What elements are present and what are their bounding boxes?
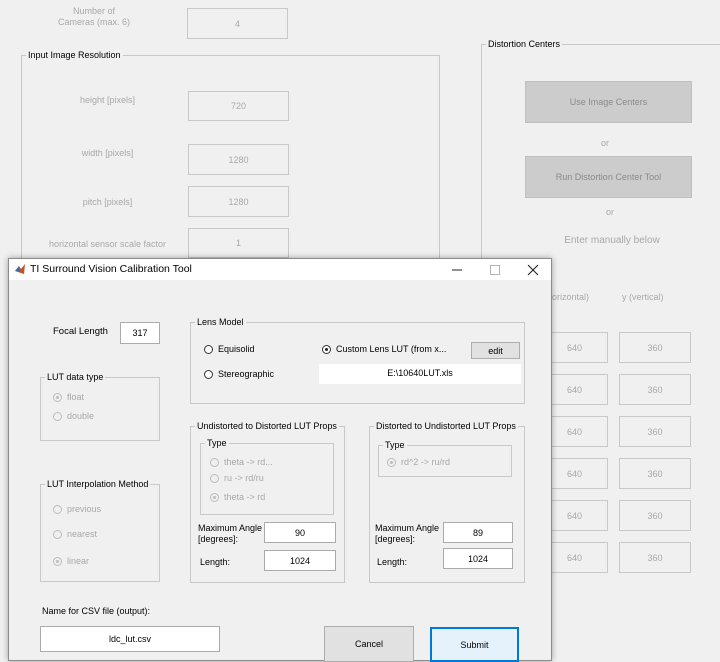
lens-stereographic-radio[interactable]: Stereographic [204,369,274,379]
radio-dot [53,556,62,566]
radio-label: linear [67,556,90,566]
radio-dot [210,473,219,483]
interpolation-title: LUT Interpolation Method [45,479,151,489]
lens-model-title: Lens Model [195,317,246,327]
submit-button[interactable]: Submit [430,627,519,662]
x-header: orizontal) [552,292,590,302]
num-cameras-label: Number of Cameras (max. 6) [57,6,130,27]
lut-data-type-title: LUT data type [45,372,106,382]
y-field-4[interactable]: 360 [619,458,691,489]
num-cameras-field[interactable]: 4 [187,8,288,39]
enter-manually-label: Enter manually below [564,235,660,246]
edit-button[interactable]: edit [471,342,520,359]
minimize-icon[interactable] [451,264,463,276]
d2u-type-title: Type [383,440,407,450]
input-resolution-title: Input Image Resolution [26,50,123,60]
csv-label: Name for CSV file (output): [42,606,151,616]
use-image-centers-button[interactable]: Use Image Centers [525,81,692,123]
cancel-button[interactable]: Cancel [324,626,414,662]
lut-data-type-panel: LUT data type [40,372,160,441]
y-field-2[interactable]: 360 [619,374,691,405]
radio-label: Stereographic [218,369,275,379]
matlab-icon [15,264,25,274]
distortion-centers-title: Distortion Centers [486,39,563,49]
radio-dot [53,504,62,514]
u2d-ru-rdru-radio[interactable]: ru -> rd/ru [210,473,264,483]
radio-label: Custom Lens LUT (from x... [336,344,447,354]
title-bar[interactable]: TI Surround Vision Calibration Tool [9,259,551,280]
radio-label: previous [67,504,102,514]
or-label-1: or [600,138,609,148]
u2d-max-angle-field[interactable]: 90 [264,522,336,543]
height-field[interactable]: 720 [188,91,289,121]
radio-label: ru -> rd/ru [224,473,264,483]
hscale-field[interactable]: 1 [188,228,289,258]
lut-type-float-radio[interactable]: float [53,392,84,402]
radio-dot [322,344,331,354]
u2d-max-angle-label: Maximum Angle [degrees]: [198,523,263,544]
hscale-label: horizontal sensor scale factor [48,239,167,249]
height-label: height [pixels] [79,95,136,105]
y-field-5[interactable]: 360 [619,500,691,531]
focal-length-label: Focal Length [53,326,108,337]
lut-file-display: E:\10640LUT.xls [319,364,521,384]
d2u-title: Distorted to Undistorted LUT Props [374,421,518,431]
radio-dot [387,457,396,467]
d2u-length-label: Length: [377,557,408,567]
u2d-theta-rd-radio[interactable]: theta -> rd [210,492,265,502]
focal-length-field[interactable]: 317 [120,322,160,344]
calibration-dialog: TI Surround Vision Calibration Tool Foca… [8,258,552,662]
radio-label: theta -> rd [224,492,266,502]
y-header: y (vertical) [622,292,664,302]
radio-label: theta -> rd... [224,457,273,467]
d2u-max-angle-field[interactable]: 89 [443,522,513,543]
radio-dot [53,529,62,539]
d2u-rd2-rurd-radio[interactable]: rd^2 -> ru/rd [387,457,450,467]
or-label-2: or [605,207,614,217]
y-field-1[interactable]: 360 [619,332,691,363]
y-field-3[interactable]: 360 [619,416,691,447]
dialog-title: TI Surround Vision Calibration Tool [30,263,192,275]
close-icon[interactable] [527,264,539,276]
u2d-length-field[interactable]: 1024 [264,550,336,571]
radio-dot [210,492,219,502]
lens-custom-radio[interactable]: Custom Lens LUT (from x... [322,344,446,354]
pitch-field[interactable]: 1280 [188,186,289,217]
interp-linear-radio[interactable]: linear [53,556,89,566]
lens-model-panel: Lens Model [190,317,525,404]
csv-filename-field[interactable]: ldc_lut.csv [40,626,220,652]
pitch-label: pitch [pixels] [82,197,133,207]
y-field-6[interactable]: 360 [619,542,691,573]
radio-dot [204,344,213,354]
radio-dot [204,369,213,379]
radio-dot [210,457,219,467]
d2u-length-field[interactable]: 1024 [443,548,513,569]
u2d-theta-rd-ellipsis-radio[interactable]: theta -> rd... [210,457,273,467]
u2d-length-label: Length: [200,557,231,567]
u2d-type-title: Type [205,438,229,448]
width-field[interactable]: 1280 [188,144,289,175]
lut-type-double-radio[interactable]: double [53,411,94,421]
radio-label: float [67,392,85,402]
radio-label: double [67,411,95,421]
run-distortion-center-tool-button[interactable]: Run Distortion Center Tool [525,156,692,198]
radio-dot [53,392,62,402]
d2u-max-angle-label: Maximum Angle [degrees]: [375,523,440,544]
lens-equisolid-radio[interactable]: Equisolid [204,344,255,354]
radio-label: rd^2 -> ru/rd [401,457,450,467]
radio-label: nearest [67,529,98,539]
radio-dot [53,411,62,421]
interp-nearest-radio[interactable]: nearest [53,529,97,539]
radio-label: Equisolid [218,344,255,354]
u2d-title: Undistorted to Distorted LUT Props [195,421,339,431]
maximize-icon[interactable] [489,264,501,276]
width-label: width [pixels] [81,148,134,158]
interp-previous-radio[interactable]: previous [53,504,101,514]
